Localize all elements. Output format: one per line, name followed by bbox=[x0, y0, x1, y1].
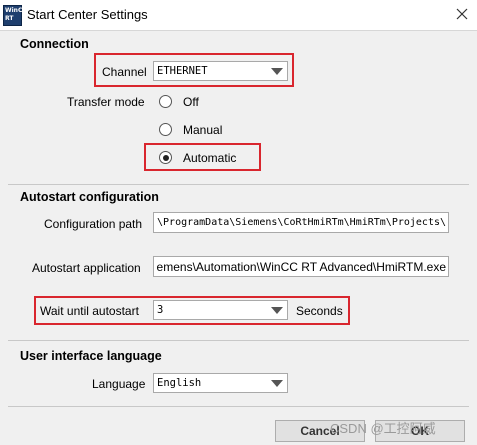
connection-header: Connection bbox=[20, 37, 89, 51]
config-path-field[interactable]: \ProgramData\Siemens\CoRtHmiRTm\HmiRTm\P… bbox=[153, 212, 449, 233]
chevron-down-icon bbox=[269, 376, 285, 390]
autostart-app-field[interactable]: emens\Automation\WinCC RT Advanced\HmiRT… bbox=[153, 256, 449, 277]
language-value: English bbox=[157, 377, 202, 389]
section-divider-3 bbox=[8, 406, 469, 407]
section-divider-1 bbox=[8, 184, 469, 185]
channel-highlight bbox=[94, 53, 294, 87]
radio-manual-label: Manual bbox=[183, 123, 223, 137]
section-divider-2 bbox=[8, 340, 469, 341]
config-path-value: \ProgramData\Siemens\CoRtHmiRTm\HmiRTm\P… bbox=[157, 217, 446, 228]
radio-manual[interactable] bbox=[159, 123, 172, 136]
language-combobox[interactable]: English bbox=[153, 373, 288, 393]
title-bar: WinCC RT Start Center Settings bbox=[0, 0, 477, 30]
close-icon bbox=[456, 8, 468, 20]
autostart-app-value: emens\Automation\WinCC RT Advanced\HmiRT… bbox=[156, 260, 446, 274]
autostart-app-label: Autostart application bbox=[32, 261, 141, 275]
config-path-label: Configuration path bbox=[44, 217, 143, 231]
ui-language-header: User interface language bbox=[20, 349, 162, 363]
title-separator bbox=[0, 30, 477, 31]
radio-off-label: Off bbox=[183, 95, 199, 109]
radio-off[interactable] bbox=[159, 95, 172, 108]
language-label: Language bbox=[92, 377, 146, 391]
wincc-app-icon: WinCC RT bbox=[3, 5, 27, 26]
app-icon-text-top: WinCC bbox=[5, 7, 27, 14]
automatic-highlight bbox=[144, 143, 261, 171]
app-icon-text-bottom: RT bbox=[5, 15, 14, 22]
window-title: Start Center Settings bbox=[27, 7, 148, 22]
wait-autostart-highlight bbox=[34, 296, 350, 325]
autostart-header: Autostart configuration bbox=[20, 190, 159, 204]
transfer-mode-label: Transfer mode bbox=[67, 95, 145, 109]
close-button[interactable] bbox=[450, 2, 474, 26]
watermark: CSDN @工控阿威 bbox=[330, 421, 436, 436]
